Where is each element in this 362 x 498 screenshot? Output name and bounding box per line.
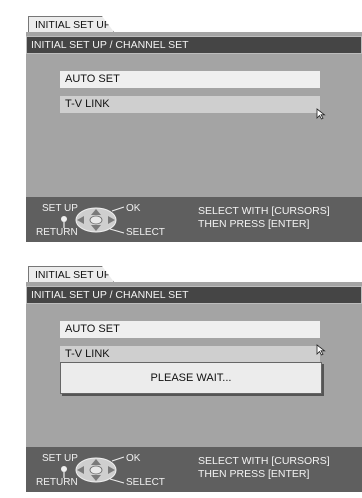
help-text: SELECT WITH [CURSORS] THEN PRESS [ENTER] (198, 205, 330, 231)
footer-bar: SET UP OK RETURN SELECT SELECT WITH [CUR… (26, 197, 362, 242)
footer-bar: SET UP OK RETURN SELECT SELECT WITH [CUR… (26, 447, 362, 492)
tab-initial-set-up[interactable]: INITIAL SET UP (28, 266, 114, 282)
main-panel: INITIAL SET UP / CHANNEL SET AUTO SET T-… (26, 32, 362, 197)
breadcrumb: INITIAL SET UP / CHANNEL SET (26, 36, 362, 54)
help-line-2: THEN PRESS [ENTER] (198, 468, 310, 480)
main-panel: INITIAL SET UP / CHANNEL SET AUTO SET T-… (26, 282, 362, 447)
please-wait-dialog: PLEASE WAIT... (60, 362, 322, 394)
remote-cursor-pad-icon (61, 456, 125, 484)
remote-cursor-pad-icon (61, 206, 125, 234)
breadcrumb: INITIAL SET UP / CHANNEL SET (26, 286, 362, 304)
pointer-arrow-icon (316, 344, 326, 356)
help-line-2: THEN PRESS [ENTER] (198, 218, 310, 230)
menu-item-auto-set[interactable]: AUTO SET (60, 321, 320, 338)
tab-initial-set-up[interactable]: INITIAL SET UP (28, 16, 114, 32)
pointer-arrow-icon (316, 108, 326, 120)
menu-item-tv-link[interactable]: T-V LINK (60, 346, 320, 363)
help-line-1: SELECT WITH [CURSORS] (198, 455, 330, 467)
help-text: SELECT WITH [CURSORS] THEN PRESS [ENTER] (198, 455, 330, 481)
menu-item-tv-link[interactable]: T-V LINK (60, 96, 320, 113)
help-line-1: SELECT WITH [CURSORS] (198, 205, 330, 217)
menu-item-auto-set[interactable]: AUTO SET (60, 71, 320, 88)
screen-channel-set-wait: INITIAL SET UP INITIAL SET UP / CHANNEL … (0, 250, 362, 498)
screen-channel-set: INITIAL SET UP INITIAL SET UP / CHANNEL … (0, 0, 362, 248)
